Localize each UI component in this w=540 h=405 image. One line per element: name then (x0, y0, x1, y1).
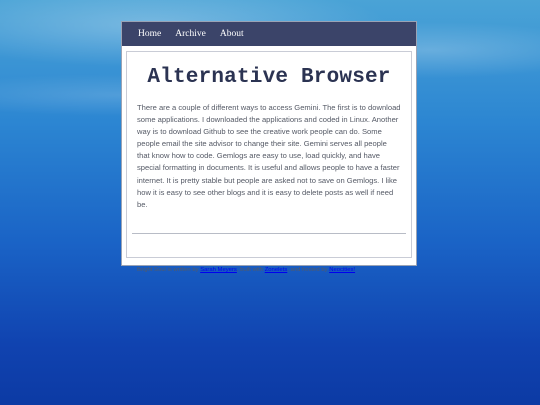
page-card: Home Archive About Alternative Browser T… (121, 21, 417, 273)
footer-hosted: , and hosted by (287, 267, 330, 273)
footer: Bright Soul is written by Sarah Meyers, … (137, 267, 355, 273)
footer-prefix: Bright Soul is written by (137, 267, 201, 273)
footer-divider (132, 233, 406, 234)
footer-middle: , built with (236, 267, 265, 273)
nav-archive-link[interactable]: Archive (175, 29, 206, 39)
footer-author-link[interactable]: Sarah Meyers (200, 267, 237, 273)
footer-zonelets-link[interactable]: Zonelets (265, 267, 288, 273)
nav-home-link[interactable]: Home (138, 29, 161, 39)
footer-neocities-link[interactable]: Neocities! (329, 267, 355, 273)
post-paragraph: There are a couple of different ways to … (137, 103, 401, 209)
page-title: Alternative Browser (147, 66, 391, 89)
top-nav: Home Archive About (122, 22, 416, 46)
main-content: Alternative Browser There are a couple o… (126, 51, 412, 258)
nav-about-link[interactable]: About (220, 29, 244, 39)
